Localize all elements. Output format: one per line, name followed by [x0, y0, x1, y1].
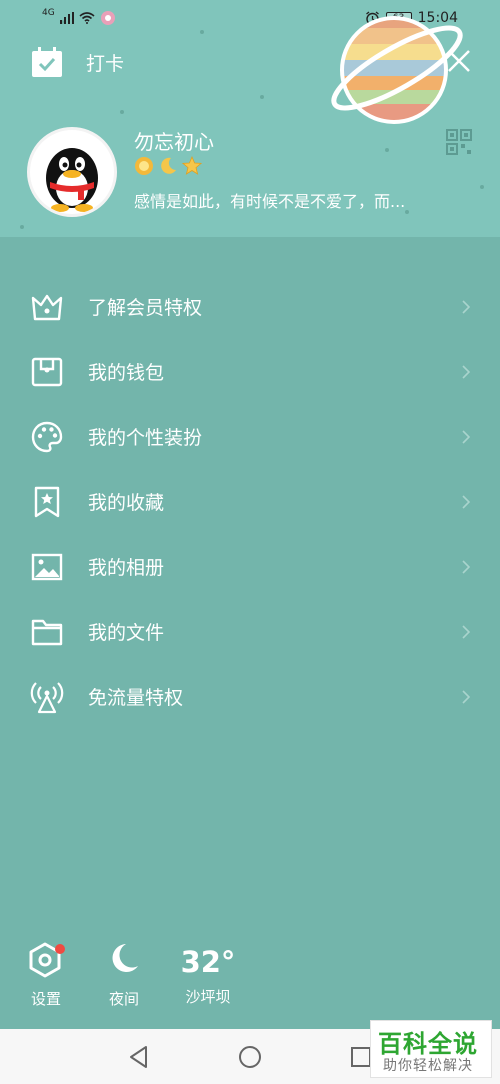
folder-icon — [31, 619, 63, 646]
menu-item-vip-privileges[interactable]: 了解会员特权 — [0, 274, 500, 339]
menu-item-favorites[interactable]: 我的收藏 — [0, 469, 500, 534]
notification-dot — [55, 944, 65, 954]
crown-icon — [31, 294, 63, 321]
wifi-icon — [79, 12, 95, 24]
network-type: 4G — [42, 8, 55, 18]
bookmark-star-icon — [34, 486, 60, 518]
watermark-logo: 百科全说 助你轻松解决 — [370, 1020, 492, 1078]
close-icon[interactable] — [446, 48, 472, 74]
weather-temperature: 32° — [180, 945, 236, 979]
menu-item-label: 我的收藏 — [88, 492, 165, 514]
signature-text[interactable]: 感情是如此，有时候不是不爱了，而... — [134, 188, 464, 212]
drawer-menu: 了解会员特权 我的钱包 我的个性装扮 我的收藏 我的相册 我的文件 免流量特权 — [0, 274, 500, 729]
home-icon[interactable] — [237, 1044, 263, 1070]
signal-tower-icon — [30, 682, 64, 714]
menu-item-label: 我的文件 — [88, 622, 165, 644]
moon-icon — [112, 944, 138, 972]
moon-badge-icon — [161, 157, 176, 174]
menu-item-free-data[interactable]: 免流量特权 — [0, 664, 500, 729]
checkin-label: 打卡 — [86, 52, 125, 75]
qr-code-icon[interactable] — [446, 129, 472, 155]
gear-icon — [29, 942, 65, 978]
profile-header: 4G 63 15:04 打卡 勿忘初心 感情是如此，有时候不是不爱了，而... — [0, 0, 500, 237]
menu-item-label: 我的个性装扮 — [88, 427, 203, 449]
back-icon[interactable] — [126, 1044, 152, 1070]
checkin-button[interactable]: 打卡 — [30, 44, 124, 80]
chevron-right-icon — [462, 300, 471, 314]
menu-item-files[interactable]: 我的文件 — [0, 599, 500, 664]
settings-label: 设置 — [31, 990, 62, 1008]
settings-button[interactable]: 设置 — [27, 938, 67, 1009]
chevron-right-icon — [462, 560, 471, 574]
weather-widget[interactable]: 32° 沙坪坝 — [176, 942, 240, 1007]
app-notification-icon — [100, 11, 115, 25]
wallet-icon — [31, 357, 63, 387]
image-icon — [31, 553, 63, 581]
weather-city: 沙坪坝 — [185, 988, 231, 1006]
bottom-toolbar: 设置 夜间 32° 沙坪坝 — [0, 938, 500, 1018]
menu-item-label: 我的相册 — [88, 557, 165, 579]
cell-signal-icon — [59, 12, 74, 24]
chevron-right-icon — [462, 430, 471, 444]
menu-item-label: 我的钱包 — [88, 362, 165, 384]
chevron-right-icon — [462, 365, 471, 379]
watermark-subtitle: 助你轻松解决 — [383, 1058, 473, 1074]
menu-item-wallet[interactable]: 我的钱包 — [0, 339, 500, 404]
palette-icon — [31, 421, 63, 453]
chevron-right-icon — [462, 495, 471, 509]
avatar[interactable] — [27, 127, 117, 217]
star-badge-icon — [182, 156, 202, 175]
chevron-right-icon — [462, 690, 471, 704]
level-badges[interactable] — [134, 156, 202, 176]
night-mode-button[interactable]: 夜间 — [104, 938, 144, 1009]
menu-item-photo-album[interactable]: 我的相册 — [0, 534, 500, 599]
sun-badge-icon — [135, 157, 153, 175]
menu-item-label: 了解会员特权 — [88, 297, 203, 319]
nickname[interactable]: 勿忘初心 — [134, 126, 214, 155]
penguin-avatar-icon — [46, 148, 98, 212]
menu-item-personalization[interactable]: 我的个性装扮 — [0, 404, 500, 469]
calendar-check-icon — [32, 47, 62, 77]
watermark-title: 百科全说 — [378, 1030, 478, 1058]
night-mode-label: 夜间 — [108, 990, 139, 1008]
menu-item-label: 免流量特权 — [88, 687, 184, 709]
chevron-right-icon — [462, 625, 471, 639]
